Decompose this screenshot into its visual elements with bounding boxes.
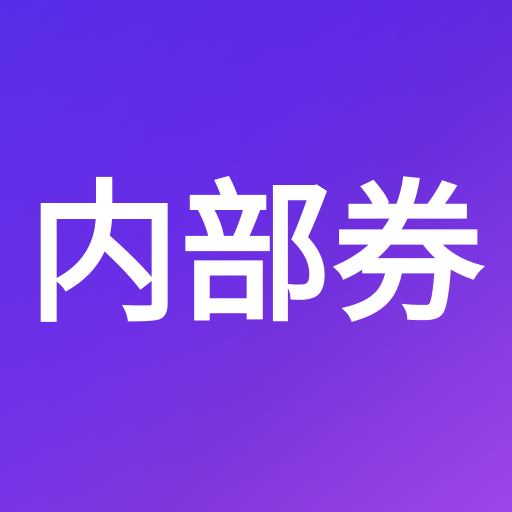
app-icon: 内部券: [0, 0, 512, 512]
logo-wordmark: 内部券: [28, 166, 484, 343]
